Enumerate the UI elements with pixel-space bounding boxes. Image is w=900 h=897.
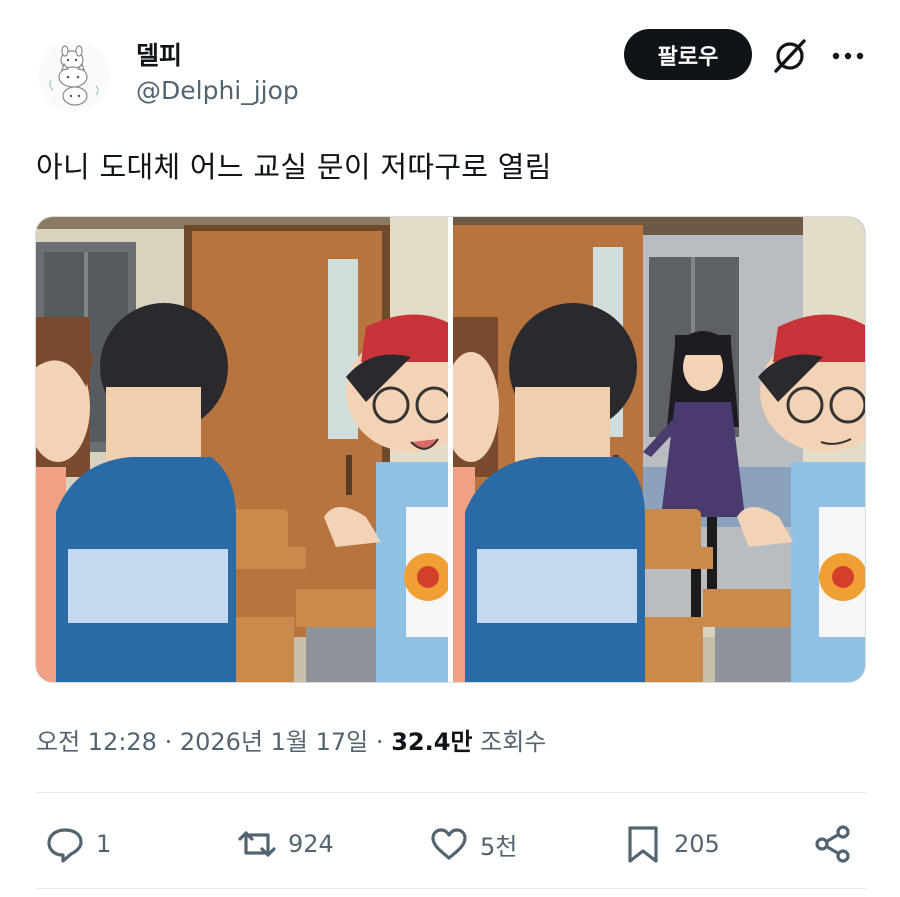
divider: [36, 888, 866, 889]
views-count[interactable]: 32.4만: [391, 728, 472, 756]
reply-button[interactable]: 1: [44, 815, 111, 873]
media-panel-right[interactable]: [453, 217, 865, 682]
heart-icon: [431, 828, 467, 860]
share-button[interactable]: [812, 815, 854, 873]
anime-classroom-image: [453, 217, 865, 682]
follow-button[interactable]: 팔로우: [624, 29, 752, 80]
doodle-avatar-icon: [38, 40, 110, 112]
author-avatar[interactable]: [38, 40, 110, 112]
author-display-name[interactable]: 델피: [136, 36, 182, 72]
tweet-time[interactable]: 오전 12:28: [36, 728, 157, 756]
action-bar: 1 924 5천 205: [0, 815, 900, 875]
like-button[interactable]: 5천: [428, 815, 517, 873]
tweet-media[interactable]: [35, 216, 866, 683]
reply-bubble-icon: [47, 828, 83, 863]
like-count: 5천: [480, 832, 518, 861]
bookmark-count: 205: [674, 830, 720, 858]
tweet-text: 아니 도대체 어느 교실 문이 저따구로 열림: [36, 150, 552, 184]
share-nodes-icon: [815, 825, 850, 863]
reply-count: 1: [96, 830, 112, 858]
more-dots-icon[interactable]: [828, 36, 868, 76]
meta-separator: ·: [375, 728, 384, 756]
bookmark-button[interactable]: 205: [622, 815, 720, 873]
tweet-meta: 오전 12:28 · 2026년 1월 17일 · 32.4만 조회수: [36, 722, 546, 757]
tweet-header: 델피 @Delphi_jjop 팔로우: [0, 0, 900, 120]
anime-classroom-image: [36, 217, 448, 682]
author-handle[interactable]: @Delphi_jjop: [136, 76, 299, 105]
retweet-count: 924: [288, 830, 334, 858]
retweet-arrows-icon: [238, 831, 276, 857]
bookmark-icon: [628, 826, 658, 863]
retweet-button[interactable]: 924: [236, 815, 334, 873]
media-panel-left[interactable]: [36, 217, 448, 682]
meta-separator: ·: [164, 728, 173, 756]
grok-slash-icon[interactable]: [770, 36, 810, 76]
views-label: 조회수: [480, 728, 547, 756]
divider: [36, 792, 866, 793]
tweet-date[interactable]: 2026년 1월 17일: [180, 728, 368, 756]
